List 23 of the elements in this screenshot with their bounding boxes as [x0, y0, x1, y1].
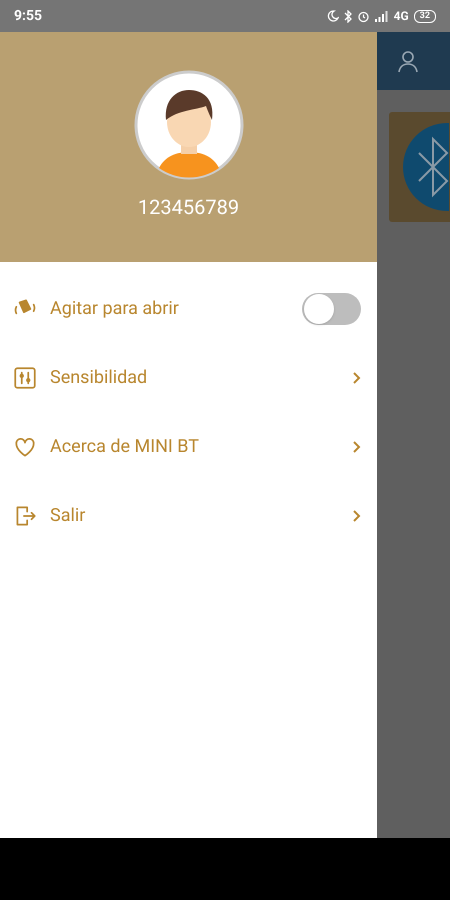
menu-item-label: Sensibilidad [50, 366, 148, 390]
person-icon [397, 49, 419, 73]
moon-icon [326, 10, 339, 22]
network-type: 4G [394, 8, 409, 25]
username: 123456789 [138, 194, 240, 221]
chevron-right-icon [352, 370, 361, 384]
drawer-menu-item[interactable]: Salir [0, 481, 377, 550]
alarm-icon [356, 10, 370, 22]
drawer-menu-item[interactable]: Acerca de MINI BT [0, 412, 377, 481]
sliders-icon [12, 364, 38, 390]
status-time: 9:55 [14, 6, 42, 26]
menu-item-label: Salir [50, 504, 86, 528]
drawer-menu-item[interactable]: Sensibilidad [0, 343, 377, 412]
chevron-right-icon [352, 508, 361, 522]
drawer-menu-item[interactable]: Agitar para abrir [0, 274, 377, 343]
bluetooth-icon [344, 10, 352, 22]
signal-icon [374, 10, 389, 22]
bluetooth-icon [403, 123, 449, 211]
chevron-right-icon [352, 440, 361, 454]
battery-icon: 32 [414, 10, 436, 22]
menu-item-label: Acerca de MINI BT [50, 435, 200, 459]
toggle-switch[interactable] [302, 292, 361, 324]
menu-item-label: Agitar para abrir [50, 297, 180, 321]
